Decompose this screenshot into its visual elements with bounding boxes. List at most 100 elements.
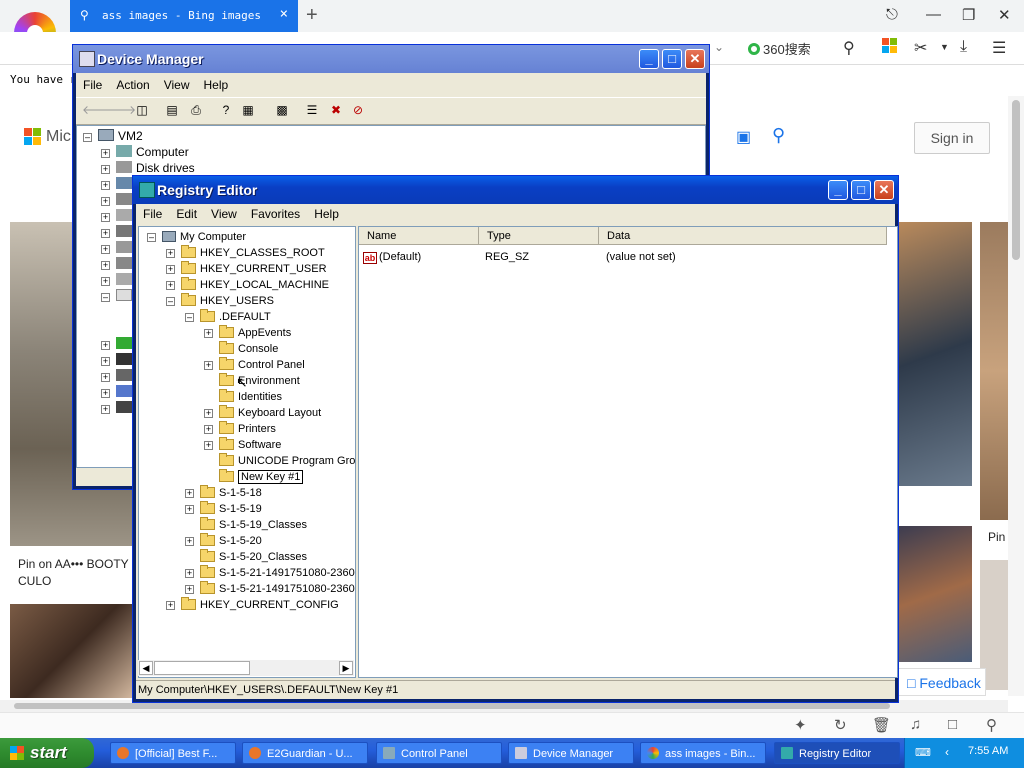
tree-item[interactable]: + [101,400,136,416]
rocket-icon[interactable]: ✦ [794,716,807,734]
tree-item[interactable]: + [101,352,136,368]
tree-node-default[interactable]: – .DEFAULT [185,309,271,325]
registry-editor-titlebar[interactable]: Registry Editor _ □ ✕ [133,176,898,204]
expand-icon[interactable]: + [101,213,110,222]
menu-file[interactable]: File [136,204,169,221]
browser-tab[interactable]: ⚲ ass images - Bing images × [70,0,298,32]
expand-icon[interactable]: + [204,409,213,418]
collapse-icon[interactable]: – [101,293,110,302]
expand-icon[interactable]: + [101,181,110,190]
refresh-icon[interactable]: ↻ [834,716,847,734]
tree-root[interactable]: – My Computer [147,229,246,245]
tree-node-hku[interactable]: – HKEY_USERS [166,293,274,309]
value-row[interactable]: ab (Default) [363,249,421,265]
column-header-name[interactable]: Name [359,227,479,245]
collapse-icon[interactable]: – [83,133,92,142]
close-button[interactable]: ✕ [874,180,894,200]
tree-node[interactable]: + Software [204,437,281,453]
menu-view[interactable]: View [204,204,244,221]
search-icon[interactable]: ⚲ [772,125,785,146]
clock[interactable]: 7:55 AM [968,745,1008,757]
column-header-type[interactable]: Type [479,227,599,245]
collapse-icon[interactable]: – [185,313,194,322]
uninstall-icon[interactable]: ✖ [328,102,344,118]
tree-node-hklm[interactable]: + HKEY_LOCAL_MACHINE [166,277,329,293]
menu-help[interactable]: Help [307,204,346,221]
expand-icon[interactable]: + [166,281,175,290]
registry-values-list[interactable]: Name Type Data ab (Default) REG_SZ (value… [358,226,898,678]
collapse-icon[interactable]: – [147,233,156,242]
expand-icon[interactable]: + [101,277,110,286]
expand-icon[interactable]: + [185,505,194,514]
image-result[interactable] [980,222,1008,520]
scroll-thumb[interactable] [14,703,890,709]
volume-icon[interactable]: ♫ [910,716,921,733]
dropdown-icon[interactable]: ▼ [940,42,949,52]
expand-icon[interactable]: + [101,357,110,366]
tree-node[interactable]: + S-1-5-18 [185,485,262,501]
tree-node[interactable]: + AppEvents [204,325,291,341]
expand-icon[interactable]: + [101,261,110,270]
expand-icon[interactable]: + [185,537,194,546]
minimize-icon[interactable]: — [926,6,941,23]
pin-icon[interactable]: ⎋ [886,6,898,23]
scan-hardware-icon[interactable]: ▩ [274,102,290,118]
tree-node[interactable]: + Keyboard Layout [204,405,321,421]
feedback-button[interactable]: □ Feedback [894,668,986,696]
chevron-down-icon[interactable]: ⌄ [714,40,724,54]
maximize-button[interactable]: □ [851,180,871,200]
page-vertical-scrollbar[interactable] [1008,96,1024,696]
device-manager-titlebar[interactable]: Device Manager _ □ ✕ [73,45,709,73]
tree-item[interactable]: + [101,240,136,256]
tree-node-new-key[interactable]: New Key #1 [219,469,304,485]
minimize-button[interactable]: _ [828,180,848,200]
tree-node[interactable]: S-1-5-19_Classes [200,517,307,533]
tree-node[interactable]: Console [219,341,278,357]
expand-icon[interactable]: + [204,361,213,370]
apps-icon[interactable] [882,38,898,54]
expand-icon[interactable]: + [101,341,110,350]
menu-file[interactable]: File [76,75,109,92]
expand-icon[interactable]: + [185,585,194,594]
forward-icon[interactable]: 🡒 [104,102,136,118]
menu-view[interactable]: View [157,75,197,92]
expand-icon[interactable]: + [101,149,110,158]
print-icon[interactable]: ⎙ [188,102,204,118]
taskbar-item[interactable]: ass images - Bin... [640,742,766,764]
tree-node[interactable]: Environment [219,373,300,389]
tree-item[interactable]: + [101,208,136,224]
expand-icon[interactable]: + [101,245,110,254]
expand-icon[interactable]: + [101,389,110,398]
image-caption[interactable]: Pin [988,530,1005,544]
column-header-data[interactable]: Data [599,227,887,245]
search-engine-selector[interactable]: 360搜索 [748,39,811,58]
tree-node-hkcu[interactable]: + HKEY_CURRENT_USER [166,261,327,277]
registry-editor-window[interactable]: Registry Editor _ □ ✕ File Edit View Favori… [132,175,899,703]
search-icon[interactable]: ⚲ [986,716,997,734]
tree-item-disk-drives[interactable]: + Disk drives [101,160,195,176]
expand-icon[interactable]: + [166,601,175,610]
expand-icon[interactable]: + [166,249,175,258]
tree-horizontal-scrollbar[interactable]: ◀ ▶ [138,660,354,676]
close-icon[interactable]: ✕ [998,6,1011,24]
keyboard-icon[interactable]: ⌨ [915,746,931,759]
expand-icon[interactable]: + [101,373,110,382]
scroll-thumb[interactable] [154,661,250,675]
scissors-icon[interactable]: ✂ [914,38,927,58]
taskbar-item-active[interactable]: Registry Editor [774,742,900,764]
expand-icon[interactable]: + [185,569,194,578]
menu-help[interactable]: Help [197,75,236,92]
trash-icon[interactable]: 🗑 [872,716,891,734]
scroll-right-icon[interactable]: ▶ [339,661,353,675]
minimize-button[interactable]: _ [639,49,659,69]
expand-icon[interactable]: + [204,425,213,434]
expand-icon[interactable]: + [204,329,213,338]
tree-node[interactable]: UNICODE Program Grou [219,453,355,469]
expand-icon[interactable]: + [101,165,110,174]
expand-icon[interactable]: + [101,405,110,414]
tree-node[interactable]: + Control Panel [204,357,305,373]
disable-icon[interactable]: ⊘ [350,102,366,118]
maximize-button[interactable]: □ [662,49,682,69]
image-result[interactable] [10,604,134,698]
tree-item[interactable]: + [101,368,136,384]
